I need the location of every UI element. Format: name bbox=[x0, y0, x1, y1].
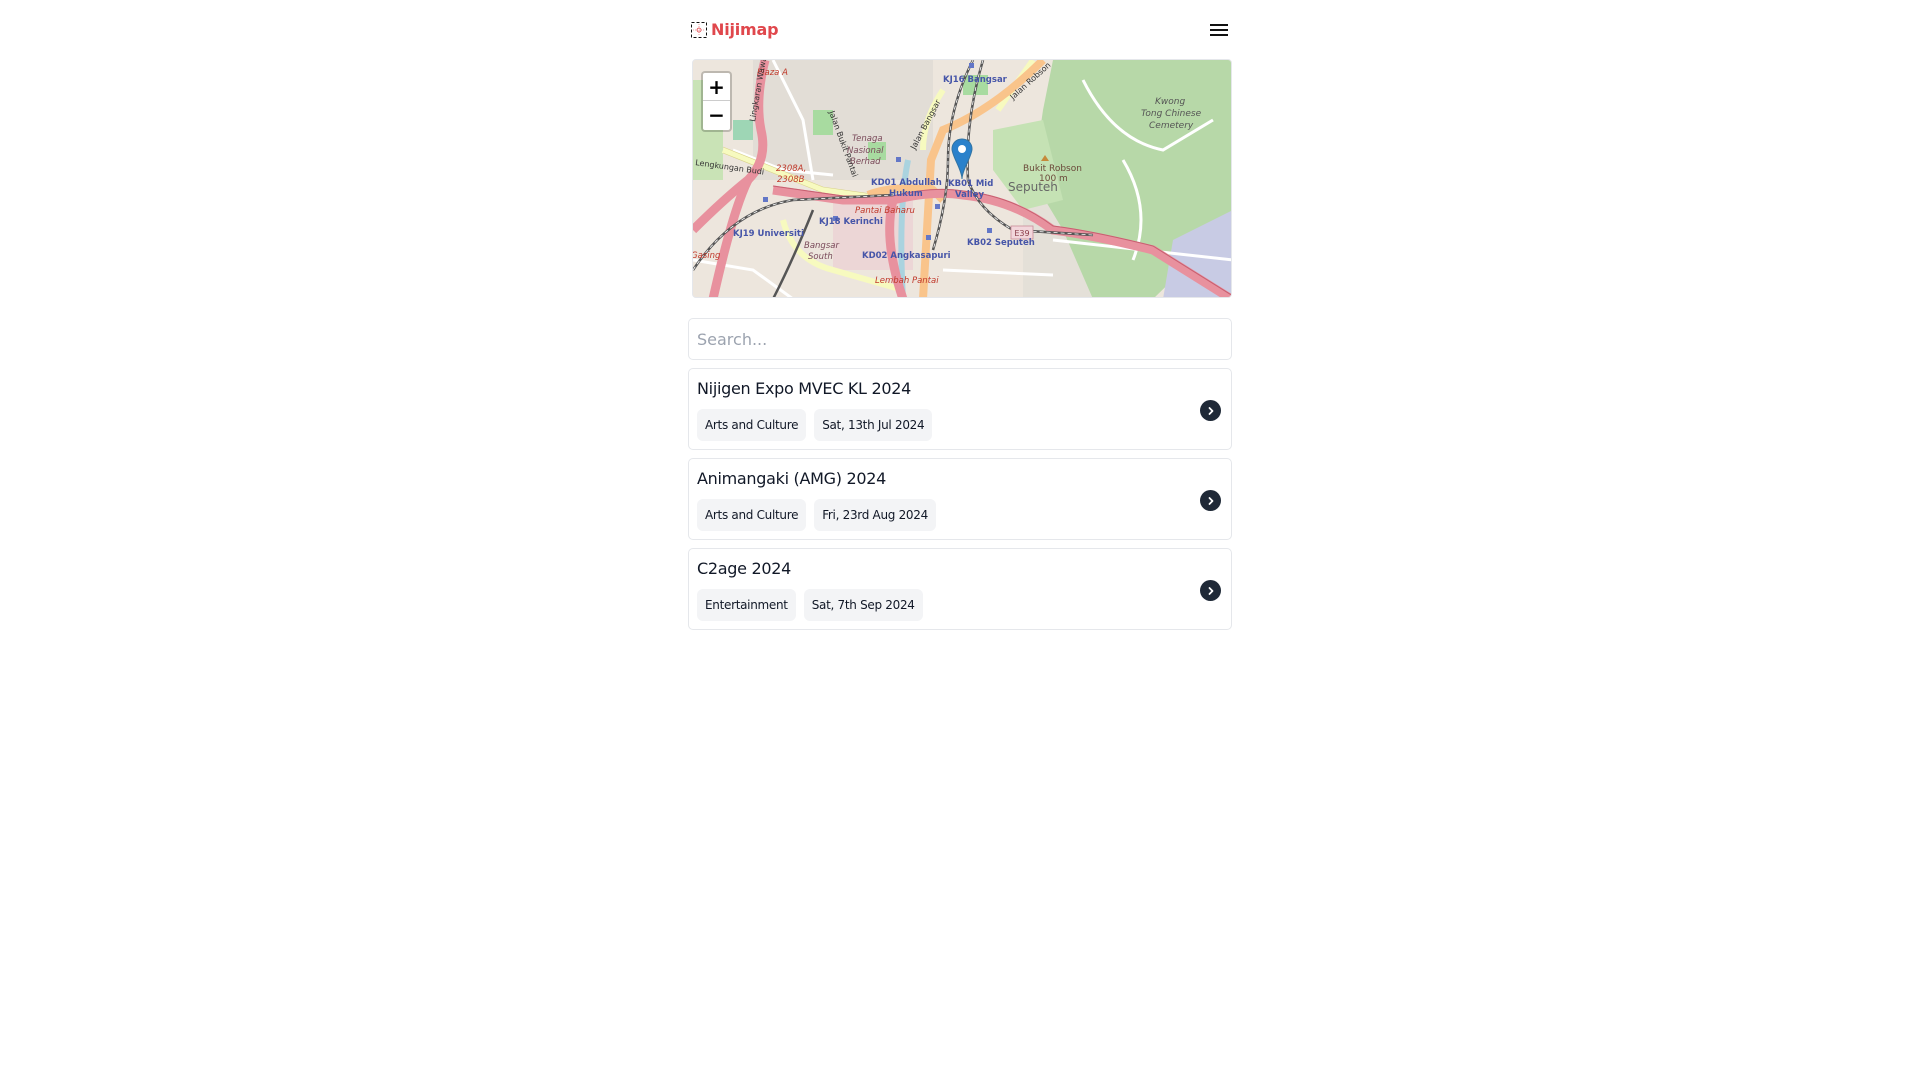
map-label-exit2: 2308B bbox=[777, 175, 805, 185]
event-badges: Entertainment Sat, 7th Sep 2024 bbox=[697, 589, 923, 621]
map-label-bangsar-south: Bangsar bbox=[804, 241, 839, 251]
zoom-control: + − bbox=[701, 71, 732, 132]
map-label-kwong: Kwong bbox=[1155, 97, 1185, 107]
event-card[interactable]: Nijigen Expo MVEC KL 2024 Arts and Cultu… bbox=[688, 368, 1232, 450]
chevron-right-icon[interactable] bbox=[1200, 400, 1221, 421]
map-label-exit1: 2308A, bbox=[776, 164, 806, 174]
menu-bar bbox=[1210, 34, 1228, 36]
map-label-kj19: KJ19 Universiti bbox=[733, 229, 804, 239]
menu-bar bbox=[1210, 24, 1228, 26]
zoom-in-button[interactable]: + bbox=[703, 73, 730, 101]
event-title: Nijigen Expo MVEC KL 2024 bbox=[697, 379, 911, 398]
map-label-kwong3: Cemetery bbox=[1149, 121, 1194, 131]
map-marker-icon[interactable] bbox=[951, 138, 973, 180]
map-label-kb01b: Valley bbox=[955, 190, 984, 200]
event-card[interactable]: Animangaki (AMG) 2024 Arts and Culture F… bbox=[688, 458, 1232, 540]
event-list: Nijigen Expo MVEC KL 2024 Arts and Cultu… bbox=[688, 368, 1232, 638]
map-label-bukit-robson: Bukit Robson bbox=[1023, 164, 1082, 174]
map-label-seputeh: Seputeh bbox=[1008, 180, 1058, 194]
event-title: Animangaki (AMG) 2024 bbox=[697, 469, 886, 488]
map-label-gasing: Gasing bbox=[693, 251, 721, 261]
app-title: Nijimap bbox=[711, 20, 779, 39]
date-badge: Sat, 7th Sep 2024 bbox=[803, 589, 923, 621]
map-label-kj18: KJ18 Kerinchi bbox=[819, 217, 883, 227]
search-input[interactable] bbox=[688, 318, 1232, 360]
map-label-kj16: KJ16 Bangsar bbox=[943, 75, 1008, 85]
map-label-bangsar-south2: South bbox=[808, 252, 833, 262]
chevron-right-icon[interactable] bbox=[1200, 490, 1221, 511]
event-title: C2age 2024 bbox=[697, 559, 791, 578]
map-label-kb01: KB01 Mid bbox=[948, 179, 993, 189]
menu-bar bbox=[1210, 29, 1228, 31]
header: Nijimap bbox=[688, 14, 1232, 44]
map-label-pantai-baharu: Pantai Baharu bbox=[855, 206, 915, 216]
map-label-tenaga: Tenaga bbox=[852, 134, 883, 144]
date-badge: Fri, 23rd Aug 2024 bbox=[814, 499, 936, 531]
event-card[interactable]: C2age 2024 Entertainment Sat, 7th Sep 20… bbox=[688, 548, 1232, 630]
hamburger-menu-icon[interactable] bbox=[1208, 21, 1230, 39]
map-view[interactable]: E39 KJ16 Bangsar KD01 Abdullah Hukum KB0… bbox=[692, 59, 1232, 298]
map-logo-icon bbox=[691, 21, 707, 38]
map-label-kb02: KB02 Seputeh bbox=[967, 238, 1035, 248]
map-label-kd01: KD01 Abdullah bbox=[871, 178, 942, 188]
category-badge: Entertainment bbox=[697, 589, 796, 621]
logo-link[interactable]: Nijimap bbox=[691, 20, 779, 39]
map-label-e39: E39 bbox=[1014, 229, 1029, 238]
zoom-out-button[interactable]: − bbox=[703, 101, 730, 129]
map-label-lembah-pantai: Lembah Pantai bbox=[875, 276, 939, 286]
event-badges: Arts and Culture Sat, 13th Jul 2024 bbox=[697, 409, 933, 441]
map-label-kd02: KD02 Angkasapuri bbox=[862, 251, 951, 261]
map-label-kd01b: Hukum bbox=[889, 189, 923, 199]
map-label-kwong2: Tong Chinese bbox=[1141, 109, 1202, 119]
date-badge: Sat, 13th Jul 2024 bbox=[814, 409, 933, 441]
chevron-right-icon[interactable] bbox=[1200, 580, 1221, 601]
category-badge: Arts and Culture bbox=[697, 499, 807, 531]
event-badges: Arts and Culture Fri, 23rd Aug 2024 bbox=[697, 499, 936, 531]
category-badge: Arts and Culture bbox=[697, 409, 807, 441]
